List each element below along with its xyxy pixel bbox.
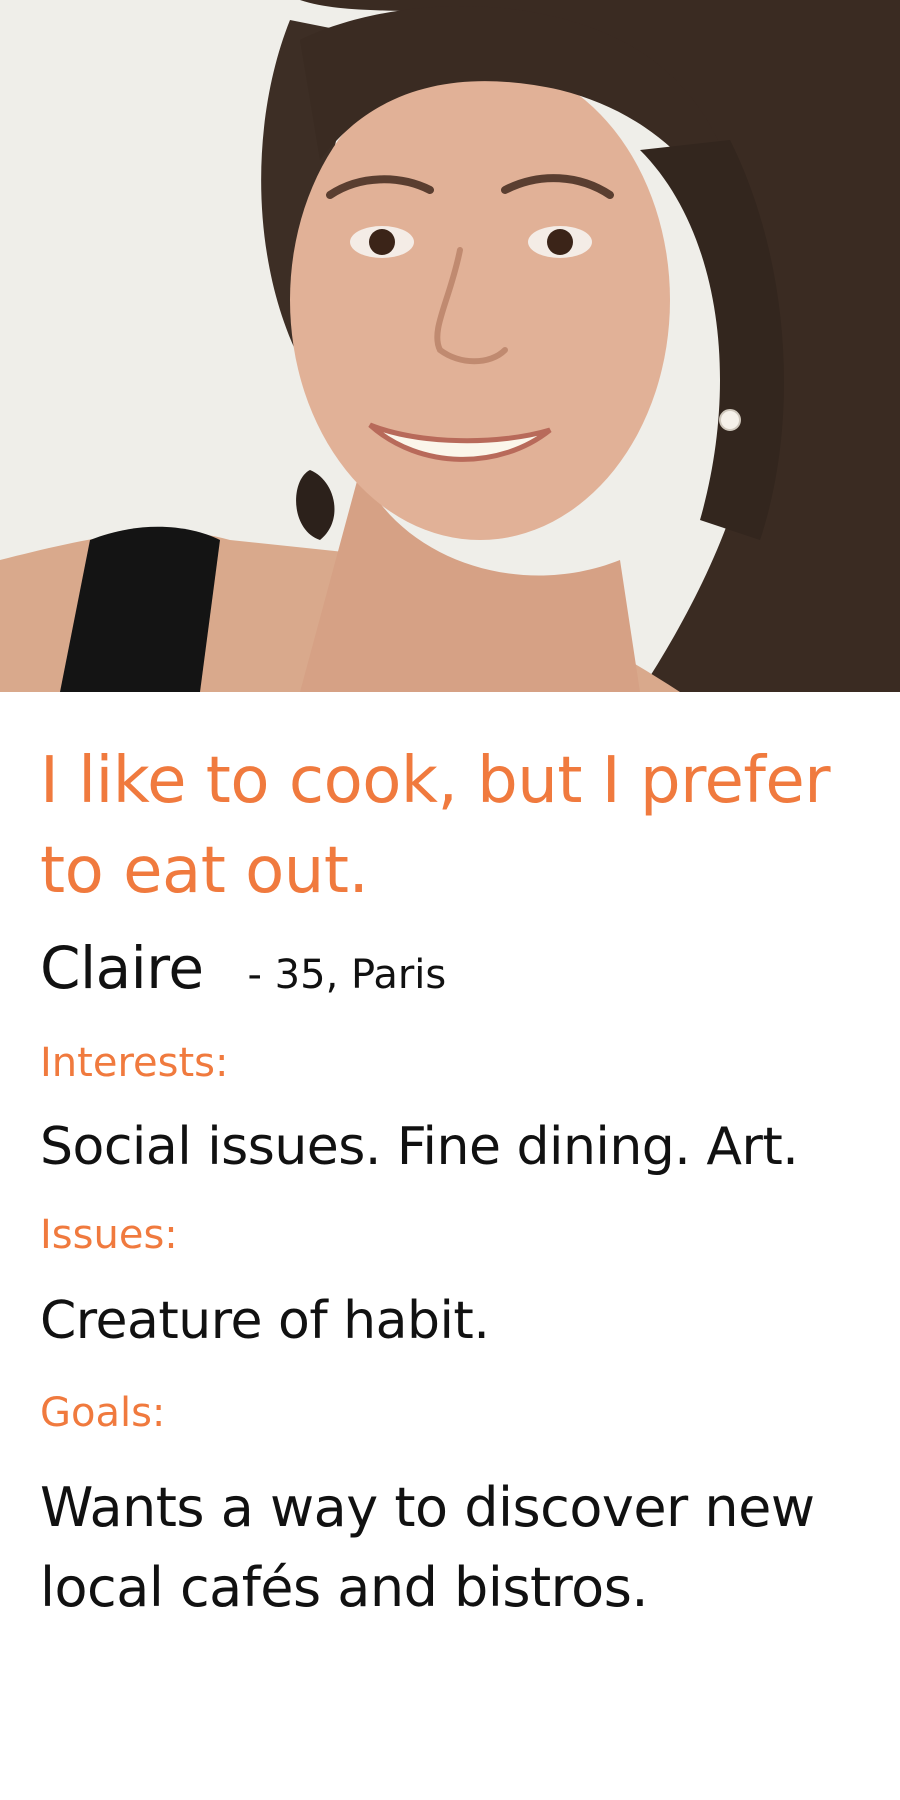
profile-content: I like to cook, but I prefer to eat out.… — [40, 736, 870, 1628]
interests-text: Social issues. Fine dining. Art. — [40, 1117, 799, 1177]
issues-text: Creature of habit. — [40, 1291, 490, 1351]
interests-label: Interests: — [40, 1040, 229, 1086]
profile-meta: - 35, Paris — [247, 952, 447, 998]
profile-photo — [0, 0, 900, 692]
goals-label: Goals: — [40, 1390, 166, 1436]
name-row: Claire - 35, Paris — [40, 934, 870, 1024]
profile-quote: I like to cook, but I prefer to eat out. — [40, 744, 831, 908]
profile-name: Claire — [40, 934, 204, 1002]
portrait-illustration — [0, 0, 900, 692]
issues-label: Issues: — [40, 1212, 178, 1258]
goals-text: Wants a way to discover new local cafés … — [40, 1476, 815, 1619]
